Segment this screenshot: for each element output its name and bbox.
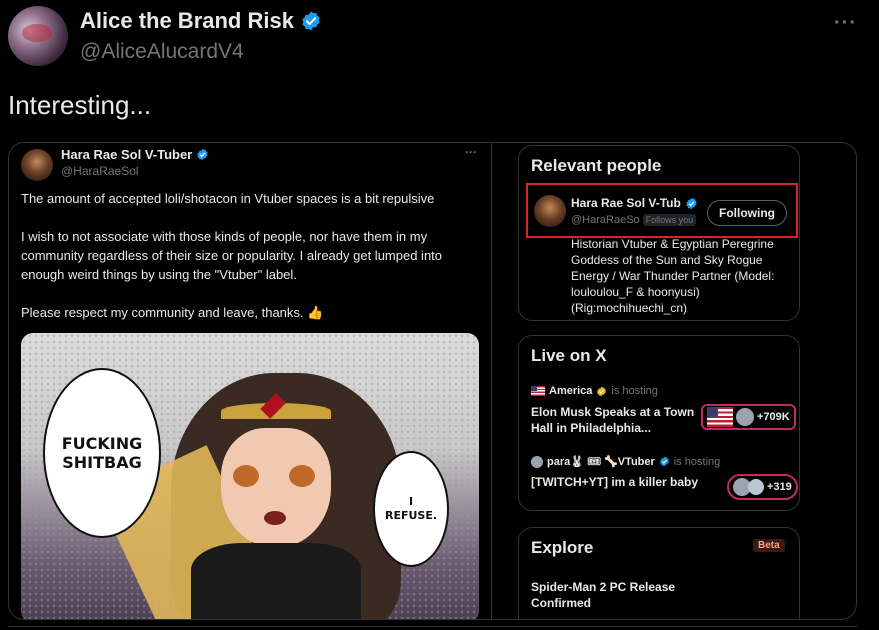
explore-item: Spider-Man 2 PC Release Confirmed xyxy=(531,580,676,610)
relevant-name-row: Hara Rae Sol V-Tub xyxy=(571,196,698,210)
relevant-handle-row: @HaraRaeSo Follows you xyxy=(571,214,697,226)
more-horizontal-icon[interactable]: ··· xyxy=(834,12,857,35)
embedded-paragraph: Please respect my community and leave, t… xyxy=(21,305,324,320)
embedded-name-row: Hara Rae Sol V-Tuber xyxy=(61,147,209,162)
follows-you-badge: Follows you xyxy=(642,214,697,226)
embedded-paragraph: The amount of accepted loli/shotacon in … xyxy=(21,191,435,206)
manga-panel-image: FUCKING SHITBAG I REFUSE. xyxy=(21,333,479,619)
character-mouth xyxy=(264,511,286,525)
post-text: Interesting... xyxy=(8,90,152,120)
following-button: Following xyxy=(707,200,787,226)
hosting-label: is hosting xyxy=(673,455,721,468)
listener-count-text: +319 xyxy=(767,481,792,493)
relevant-display-name: Hara Rae Sol V-Tub xyxy=(571,196,681,210)
more-horizontal-icon: ··· xyxy=(465,145,477,159)
avatar[interactable] xyxy=(8,6,68,66)
relevant-bio: Historian Vtuber & Egyptian Peregrine Go… xyxy=(571,237,775,315)
relevant-handle: @HaraRaeSo xyxy=(571,214,640,226)
character-dress xyxy=(191,543,361,619)
speech-text: I REFUSE. xyxy=(384,495,438,522)
avatar xyxy=(531,455,543,468)
embedded-display-name: Hara Rae Sol V-Tuber xyxy=(61,147,193,162)
avatar xyxy=(534,195,566,227)
avatar xyxy=(736,408,754,426)
verified-badge-icon xyxy=(597,386,607,396)
avatar xyxy=(748,479,764,495)
embedded-handle: @HaraRaeSol xyxy=(61,164,139,178)
divider xyxy=(491,143,492,619)
listener-count: +709K xyxy=(701,404,796,430)
verified-badge-icon xyxy=(302,11,320,31)
embedded-tweet: Hara Rae Sol V-Tuber @HaraRaeSol ··· The… xyxy=(9,143,491,619)
us-flag-icon xyxy=(531,386,545,396)
character-face xyxy=(221,428,331,548)
speech-bubble-right: I REFUSE. xyxy=(373,451,449,567)
live-host-row: America is hosting xyxy=(531,385,658,397)
hosting-label: is hosting xyxy=(611,385,658,397)
card-title: Relevant people xyxy=(531,156,662,175)
listener-count-text: +709K xyxy=(757,411,790,423)
post-header: Alice the Brand Risk @AliceAlucardV4 ··· xyxy=(8,6,871,70)
live-host-name: America xyxy=(549,385,593,397)
relevant-people-card: Relevant people Hara Rae Sol V-Tub @Hara… xyxy=(518,145,800,321)
display-name[interactable]: Alice the Brand Risk xyxy=(80,8,294,34)
us-flag-icon xyxy=(707,407,733,427)
verified-badge-icon xyxy=(659,456,669,467)
card-title: Explore xyxy=(531,538,594,557)
live-on-x-card: Live on X America is hosting Elon Musk S… xyxy=(518,335,800,511)
live-title: Elon Musk Speaks at a Town Hall in Phila… xyxy=(531,405,695,435)
divider xyxy=(8,626,857,630)
author-name-row: Alice the Brand Risk xyxy=(80,8,322,34)
explore-card: Explore Beta Spider-Man 2 PC Release Con… xyxy=(518,527,800,619)
card-title: Live on X xyxy=(531,346,607,365)
character-eye xyxy=(233,465,259,487)
listener-count: +319 xyxy=(727,474,798,500)
embedded-paragraph: I wish to not associate with those kinds… xyxy=(21,229,443,282)
beta-badge: Beta xyxy=(753,539,785,552)
verified-badge-icon xyxy=(197,148,208,161)
verified-badge-icon xyxy=(686,197,697,209)
speech-bubble-left: FUCKING SHITBAG xyxy=(43,368,161,538)
speech-text: FUCKING SHITBAG xyxy=(61,434,143,472)
author-handle[interactable]: @AliceAlucardV4 xyxy=(80,40,244,64)
live-host-name: para🐰 🎟 🦴VTuber xyxy=(547,456,655,468)
embedded-avatar xyxy=(21,149,53,181)
live-title: [TWITCH+YT] im a killer baby xyxy=(531,475,699,489)
live-host-row: para🐰 🎟 🦴VTuber is hosting xyxy=(531,455,720,468)
character-eye xyxy=(289,465,315,487)
embedded-tweet-body: The amount of accepted loli/shotacon in … xyxy=(21,189,483,341)
post-media-image[interactable]: Hara Rae Sol V-Tuber @HaraRaeSol ··· The… xyxy=(8,142,857,620)
